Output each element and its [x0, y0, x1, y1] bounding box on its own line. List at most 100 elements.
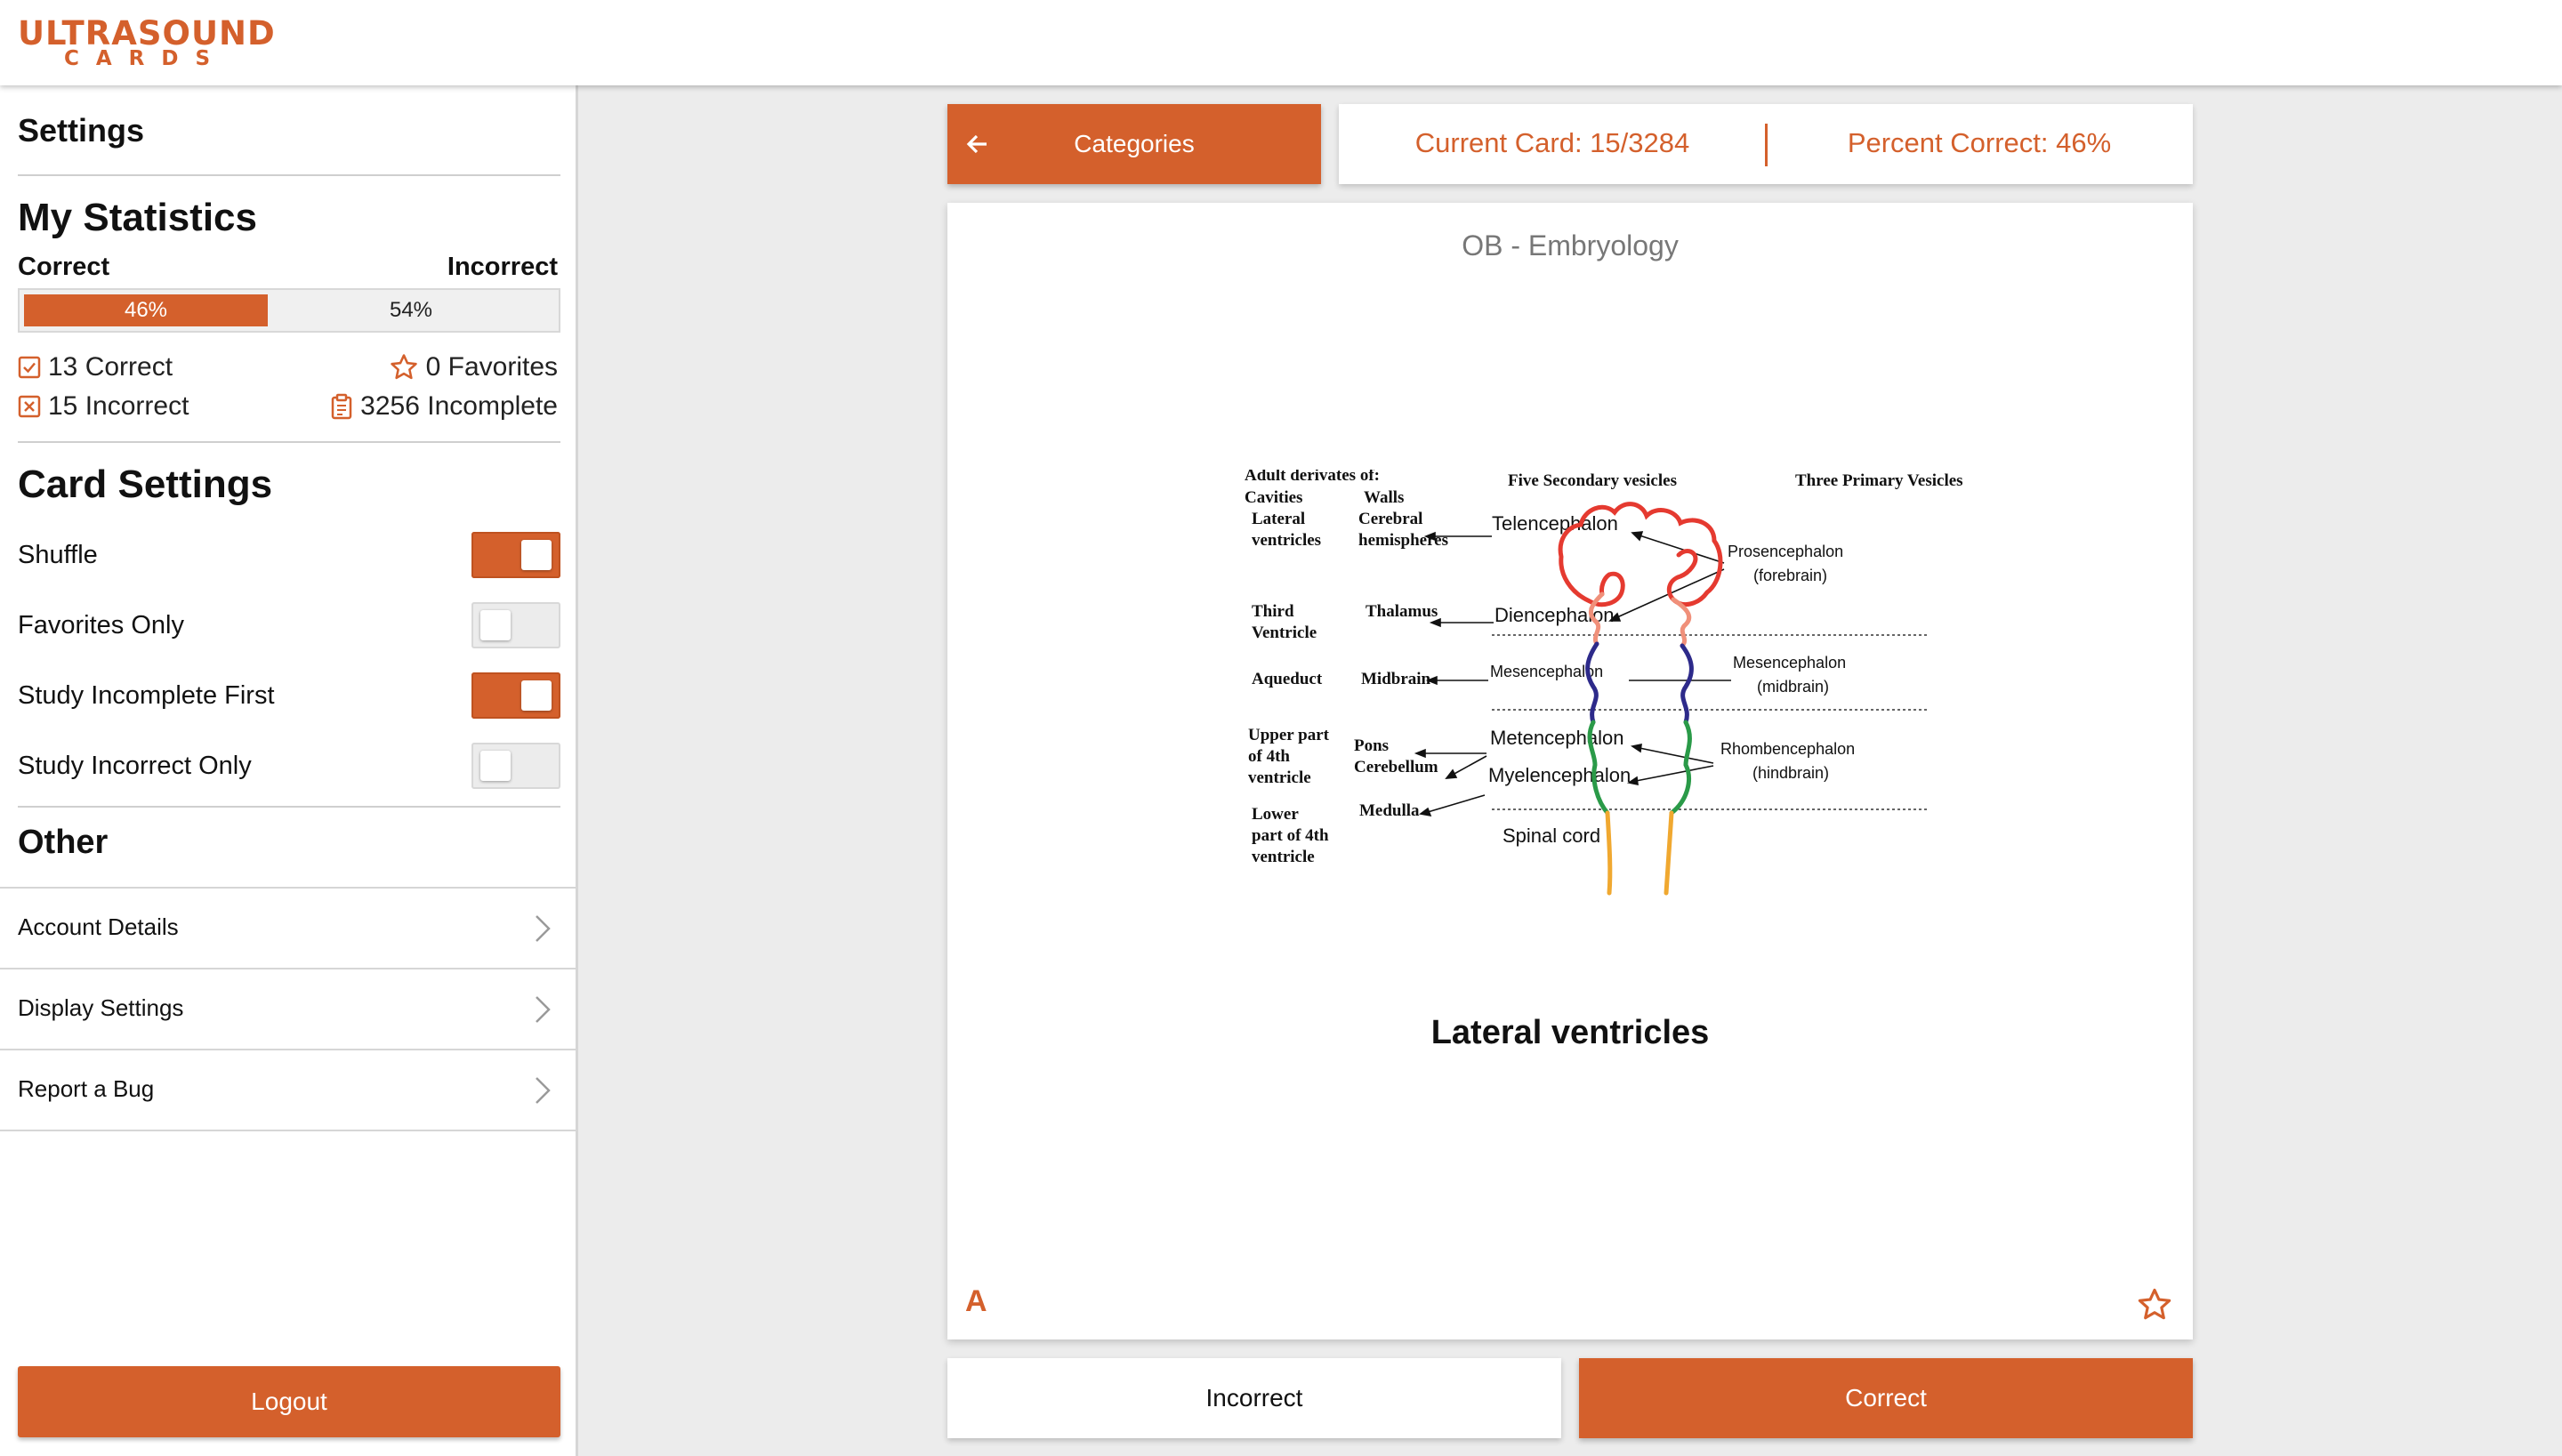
diagram-text: Mesencephalon	[1733, 654, 1846, 672]
diagram-text: Adult derivates of:	[1245, 470, 1380, 485]
setting-label: Study Incorrect Only	[18, 752, 252, 780]
divider	[0, 1130, 578, 1131]
toggle-knob	[480, 751, 511, 781]
brain-vesicles-diagram: Adult derivates of: Cavities Walls Five …	[1245, 470, 1963, 896]
diagram-text: Medulla	[1359, 801, 1420, 820]
logo-text-top: ULTRASOUND	[18, 14, 276, 52]
logout-button[interactable]: Logout	[18, 1366, 560, 1437]
shuffle-toggle[interactable]	[471, 532, 560, 578]
diagram-text: Thalamus	[1366, 602, 1438, 621]
setting-favorites-only: Favorites Only	[18, 602, 560, 648]
chevron-right-icon	[536, 1077, 551, 1104]
setting-shuffle: Shuffle	[18, 532, 560, 578]
card-side-indicator[interactable]: A	[965, 1284, 987, 1319]
percent-correct: Percent Correct: 46%	[1847, 127, 2112, 158]
setting-study-incomplete-first: Study Incomplete First	[18, 672, 560, 719]
card-category: OB - Embryology	[1462, 229, 1679, 261]
favorites-count-stat: 0 Favorites	[389, 352, 558, 382]
diagram-text: Five Secondary vesicles	[1508, 471, 1677, 490]
diagram-text: Aqueduct	[1252, 670, 1323, 688]
setting-label: Shuffle	[18, 541, 98, 569]
diagram-text: Walls	[1364, 488, 1404, 507]
diagram-text: Midbrain	[1361, 670, 1431, 688]
incomplete-count-stat: 3256 Incomplete	[330, 391, 558, 422]
statistics-title: My Statistics	[18, 196, 257, 239]
app-header: ULTRASOUND CARDS	[0, 0, 2562, 85]
diagram-text: Pons	[1354, 736, 1389, 755]
diagram-text: Cavities	[1245, 488, 1302, 507]
study-incomplete-first-toggle[interactable]	[471, 672, 560, 719]
diagram-text: Prosencephalon	[1728, 543, 1843, 560]
app-logo[interactable]: ULTRASOUND CARDS	[18, 14, 276, 70]
toggle-knob	[480, 610, 511, 640]
flashcard[interactable]: OB - Embryology Adult derivates of: Cavi…	[947, 203, 2193, 1339]
study-incorrect-only-toggle[interactable]	[471, 743, 560, 789]
diagram-text: of 4th	[1248, 747, 1290, 766]
setting-label: Favorites Only	[18, 611, 184, 640]
menu-item-account-details[interactable]: Account Details	[0, 889, 578, 969]
menu-item-display-settings[interactable]: Display Settings	[0, 969, 578, 1050]
incomplete-count: 3256 Incomplete	[360, 391, 558, 421]
diagram-text: Three Primary Vesicles	[1795, 471, 1963, 490]
divider	[18, 806, 560, 808]
menu-item-label: Report a Bug	[18, 1075, 155, 1102]
card-answer: Lateral ventricles	[1430, 1014, 1710, 1051]
setting-label: Study Incomplete First	[18, 681, 275, 710]
favorites-count: 0 Favorites	[425, 352, 558, 382]
card-settings-title: Card Settings	[18, 463, 273, 506]
settings-title: Settings	[18, 112, 145, 149]
diagram-text: (midbrain)	[1757, 678, 1829, 696]
star-outline-icon	[390, 354, 417, 380]
diagram-text: Cerebellum	[1354, 758, 1438, 776]
categories-label: Categories	[1074, 130, 1195, 157]
sidebar: Settings My Statistics Correct Incorrect…	[0, 85, 578, 1456]
current-card-counter: Current Card: 15/3284	[1414, 127, 1690, 158]
diagram-text: Ventricle	[1252, 623, 1317, 642]
diagram-text: Myelencephalon	[1488, 764, 1631, 786]
incorrect-button[interactable]: Incorrect	[947, 1358, 1561, 1438]
incorrect-label: Incorrect	[447, 253, 558, 281]
clipboard-icon	[331, 393, 352, 420]
diagram-text: Spinal cord	[1503, 825, 1600, 847]
progress-remaining-incorrect: 54%	[389, 298, 433, 322]
chevron-right-icon	[536, 996, 551, 1023]
favorite-star-icon[interactable]	[2136, 1286, 2173, 1323]
toggle-knob	[521, 680, 552, 711]
incorrect-count-stat: 15 Incorrect	[18, 391, 189, 422]
categories-button[interactable]: Categories	[947, 104, 1321, 184]
toggle-knob	[521, 540, 552, 570]
diagram-text: Metencephalon	[1490, 727, 1623, 749]
correct-count: 13 Correct	[48, 352, 173, 382]
correct-label: Correct	[18, 253, 110, 281]
diagram-text: (hindbrain)	[1752, 764, 1829, 782]
diagram-text: (forebrain)	[1753, 567, 1827, 584]
menu-item-label: Display Settings	[18, 994, 184, 1021]
chevron-right-icon	[536, 915, 551, 942]
correct-progress-bar: 46% 54%	[18, 288, 560, 333]
correct-count-stat: 13 Correct	[18, 352, 173, 382]
card-status-bar: Current Card: 15/3284 Percent Correct: 4…	[1339, 104, 2193, 184]
diagram-text: Lateral	[1252, 510, 1305, 528]
diagram-text: Telencephalon	[1492, 512, 1618, 535]
checkbox-x-icon	[18, 395, 41, 418]
other-title: Other	[18, 824, 109, 861]
divider	[18, 441, 560, 443]
menu-item-report-bug[interactable]: Report a Bug	[0, 1050, 578, 1130]
incorrect-count: 15 Incorrect	[48, 391, 189, 421]
diagram-text: ventricles	[1252, 531, 1321, 550]
divider	[18, 174, 560, 176]
diagram-text: ventricle	[1252, 848, 1315, 866]
favorites-only-toggle[interactable]	[471, 602, 560, 648]
setting-study-incorrect-only: Study Incorrect Only	[18, 743, 560, 789]
correct-button[interactable]: Correct	[1579, 1358, 2193, 1438]
diagram-text: ventricle	[1248, 768, 1311, 787]
diagram-text: Lower	[1252, 805, 1299, 824]
diagram-text: Upper part	[1248, 726, 1330, 744]
menu-item-label: Account Details	[18, 913, 179, 940]
progress-fill-correct: 46%	[24, 294, 268, 326]
diagram-text: Third	[1252, 602, 1294, 621]
diagram-text: part of 4th	[1252, 826, 1329, 845]
checkbox-check-icon	[18, 356, 41, 379]
diagram-text: Cerebral	[1358, 510, 1422, 528]
diagram-text: Rhombencephalon	[1720, 740, 1855, 758]
